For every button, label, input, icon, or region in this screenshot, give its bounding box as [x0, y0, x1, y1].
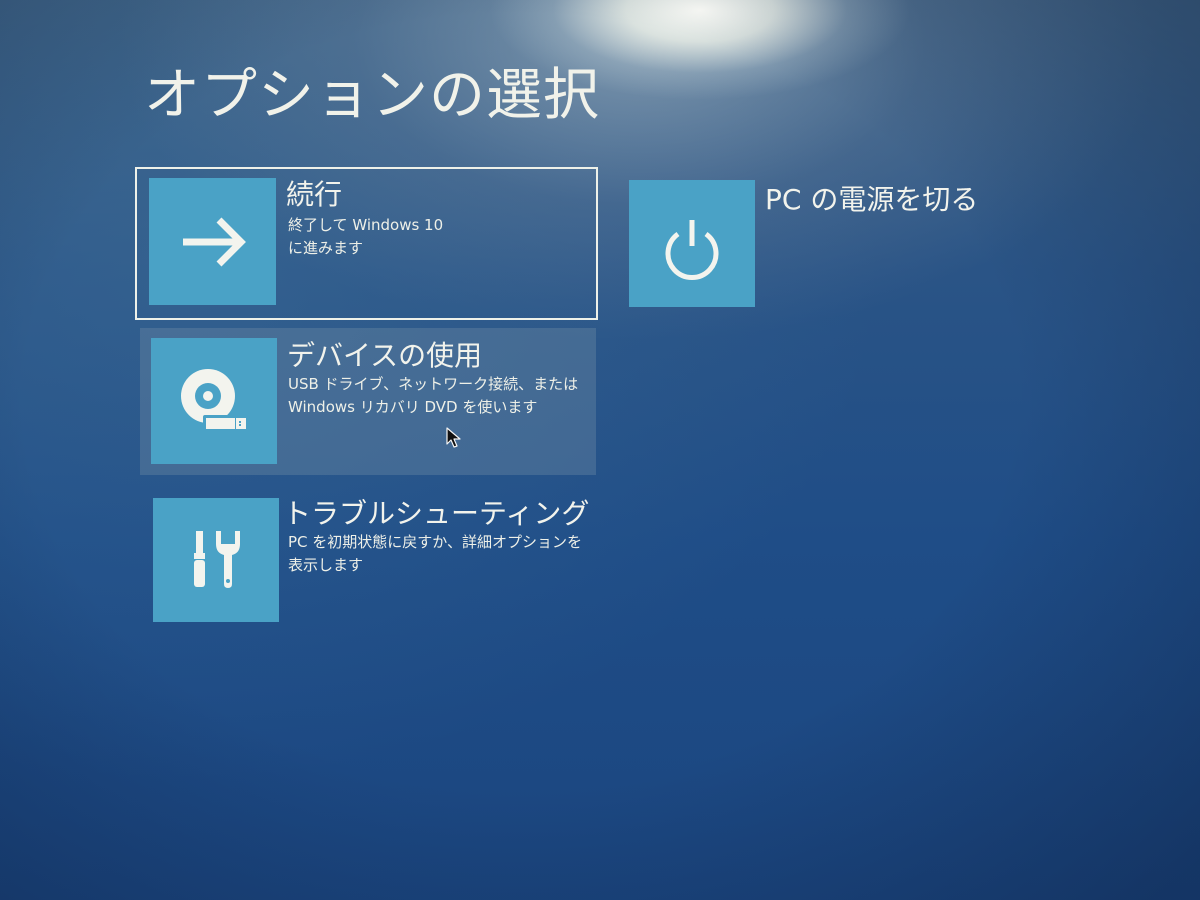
disc-drive-icon — [181, 369, 246, 431]
continue-description-line2: に進みます — [288, 239, 364, 257]
power-icon — [665, 220, 719, 280]
use-device-option[interactable]: デバイスの使用 USB ドライブ、ネットワーク接続、または Windows リカ… — [140, 328, 596, 475]
use-device-tile — [151, 338, 277, 464]
use-device-description-line1: USB ドライブ、ネットワーク接続、または — [288, 375, 579, 393]
page-title: オプションの選択 — [144, 63, 600, 128]
use-device-description: USB ドライブ、ネットワーク接続、または Windows リカバリ DVD を… — [288, 373, 578, 419]
troubleshoot-option[interactable]: トラブルシューティング PC を初期状態に戻すか、詳細オプションを 表示します — [140, 488, 596, 628]
power-off-option[interactable]: PC の電源を切る — [629, 180, 989, 310]
troubleshoot-description-line1: PC を初期状態に戻すか、詳細オプションを — [288, 533, 582, 551]
troubleshoot-tile — [153, 498, 279, 622]
continue-option[interactable]: 続行 終了して Windows 10 に進みます — [135, 167, 598, 320]
continue-description-line1: 終了して Windows 10 — [288, 216, 444, 234]
use-device-description-line2: Windows リカバリ DVD を使います — [288, 398, 538, 416]
use-device-heading: デバイスの使用 — [287, 339, 483, 372]
power-off-tile — [629, 180, 755, 307]
continue-description: 終了して Windows 10 に進みます — [288, 214, 443, 260]
troubleshoot-heading: トラブルシューティング — [283, 497, 590, 530]
arrow-right-icon — [183, 217, 246, 267]
tools-icon — [194, 531, 240, 588]
troubleshoot-description-line2: 表示します — [288, 556, 364, 574]
troubleshoot-description: PC を初期状態に戻すか、詳細オプションを 表示します — [288, 531, 582, 577]
power-off-heading: PC の電源を切る — [765, 183, 979, 216]
continue-tile — [149, 178, 276, 305]
mouse-pointer-icon — [446, 427, 461, 448]
continue-heading: 続行 — [286, 178, 343, 211]
